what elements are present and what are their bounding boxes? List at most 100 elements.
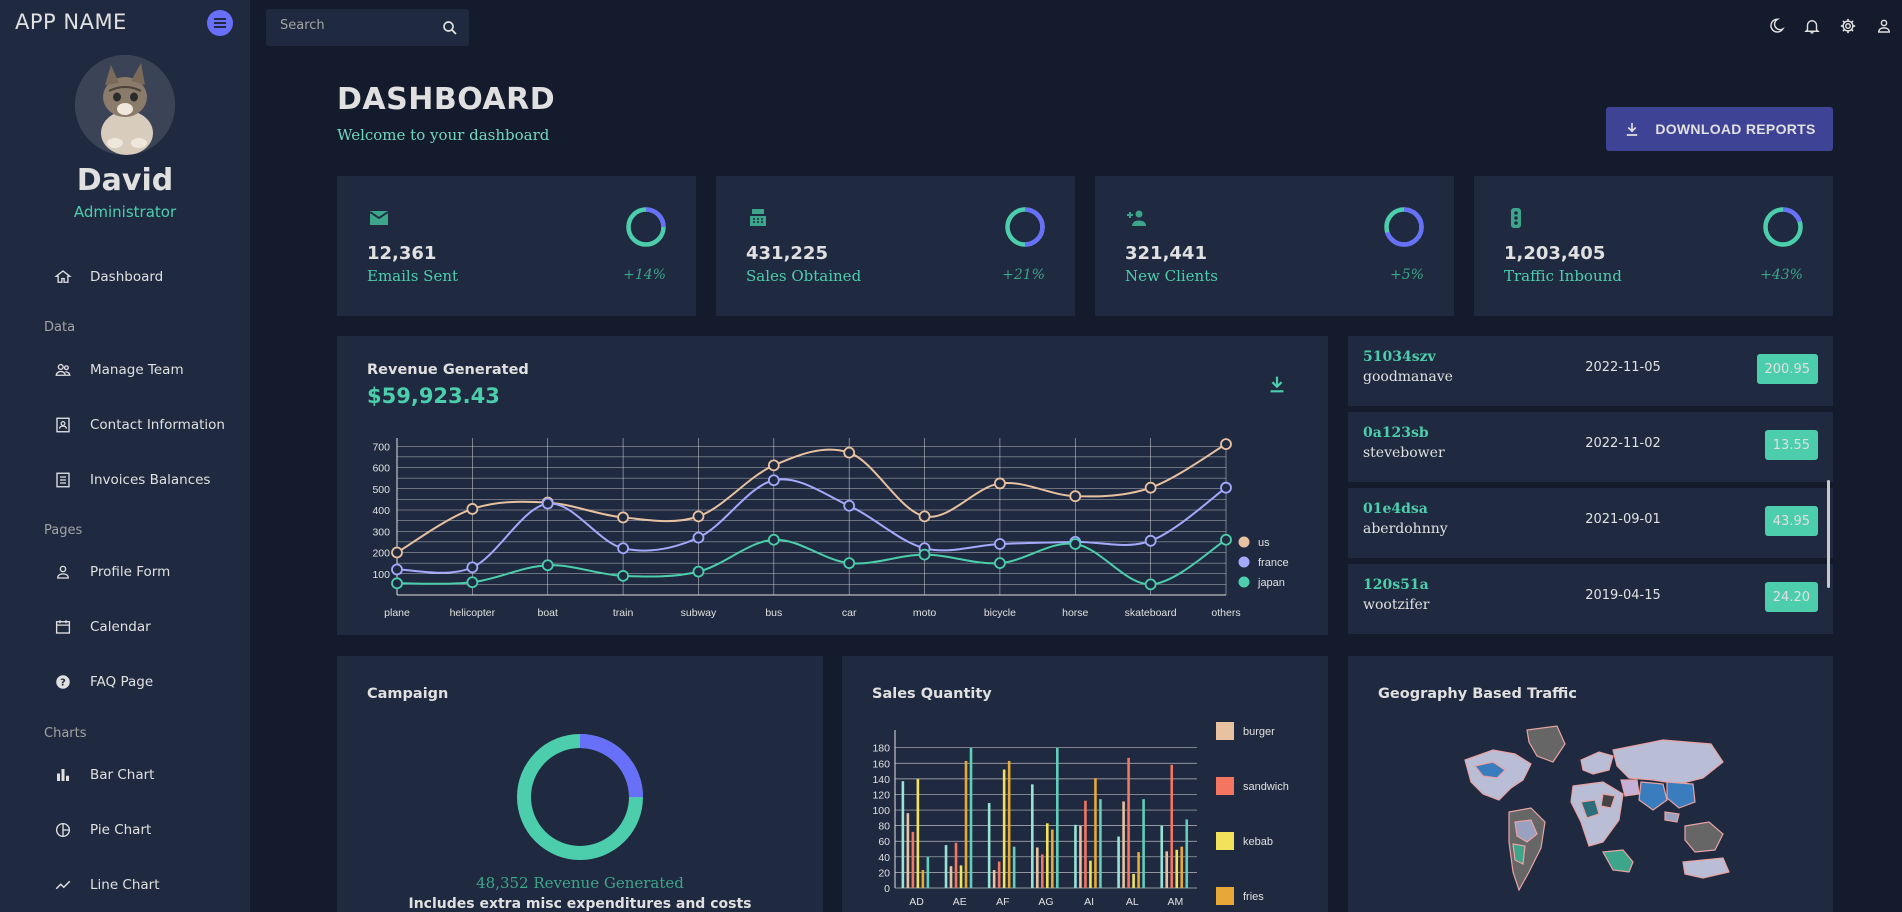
menu-toggle-button[interactable] xyxy=(207,10,233,36)
y-tick-label: 700 xyxy=(372,441,390,453)
transactions-scrollbar[interactable] xyxy=(1827,480,1830,588)
bar-fries xyxy=(1094,778,1097,888)
search-icon[interactable] xyxy=(441,19,459,37)
x-tick-label: AL xyxy=(1126,896,1139,908)
sidebar-section-pages: Pages xyxy=(44,523,83,538)
campaign-note: Includes extra misc expenditures and cos… xyxy=(408,896,752,912)
bar-donut xyxy=(1099,799,1102,888)
sidebar-item-label: Manage Team xyxy=(90,362,184,378)
data-point-us xyxy=(617,511,629,524)
bar-kebab xyxy=(1002,769,1006,888)
sidebar-item-label: Profile Form xyxy=(90,564,171,580)
x-tick-label: AD xyxy=(909,896,924,908)
campaign-revenue-text: 48,352 Revenue Generated xyxy=(476,874,684,892)
stat-label: Sales Obtained xyxy=(746,267,862,285)
geography-card: Geography Based Traffic xyxy=(1348,656,1833,912)
person-add-icon xyxy=(1125,206,1149,230)
data-point-france xyxy=(1220,481,1232,494)
user-role: Administrator xyxy=(73,203,177,221)
dark-mode-icon[interactable] xyxy=(1766,16,1786,36)
legend-swatch-fries xyxy=(1216,887,1234,905)
x-tick-label: AG xyxy=(1038,896,1053,908)
transaction-user: wootzifer xyxy=(1363,597,1430,613)
search-input[interactable] xyxy=(280,18,430,33)
home-icon xyxy=(54,268,72,286)
data-point-us xyxy=(994,477,1006,490)
sidebar-item-manage-team[interactable]: Manage Team xyxy=(54,358,184,382)
sidebar-item-label: Pie Chart xyxy=(90,822,152,838)
legend-swatch-france xyxy=(1238,556,1250,568)
email-icon xyxy=(367,206,391,230)
sidebar-item-pie-chart[interactable]: Pie Chart xyxy=(54,818,151,842)
data-point-france xyxy=(466,561,479,574)
transaction-cost: 13.55 xyxy=(1764,430,1818,460)
sidebar-item-label: Bar Chart xyxy=(90,767,155,783)
revenue-card: Revenue Generated $59,923.43 100 200 300 40… xyxy=(337,336,1328,635)
transaction-id: 51034szv xyxy=(1363,349,1436,365)
page-subtitle: Welcome to your dashboard xyxy=(337,126,550,144)
legend-label-sandwich: sandwich xyxy=(1243,781,1289,793)
download-reports-button[interactable]: DOWNLOAD REPORTS xyxy=(1606,107,1833,151)
person-icon[interactable] xyxy=(1874,16,1894,36)
data-point-france xyxy=(541,497,554,510)
bar-donut xyxy=(1012,846,1016,888)
bar-fries xyxy=(1180,846,1184,888)
line-chart-icon xyxy=(54,876,72,894)
data-point-us xyxy=(1220,438,1232,451)
y-tick-label: 180 xyxy=(872,743,890,755)
bar-donut xyxy=(969,747,973,888)
bar-fries xyxy=(921,870,925,888)
data-point-japan xyxy=(1220,533,1232,546)
campaign-progress-ring xyxy=(517,734,643,860)
sidebar-item-calendar[interactable]: Calendar xyxy=(54,615,151,639)
bar-burger xyxy=(906,813,910,888)
sidebar-item-bar-chart[interactable]: Bar Chart xyxy=(54,763,154,787)
sidebar-item-contact-information[interactable]: Contact Information xyxy=(54,413,225,437)
series-line-japan xyxy=(396,538,1227,586)
data-point-us xyxy=(466,503,479,515)
sidebar-item-dashboard[interactable]: Dashboard xyxy=(54,265,163,289)
stat-card-sales: 431,225 Sales Obtained +21% xyxy=(716,176,1075,316)
stat-increase: +43% xyxy=(1760,267,1803,283)
sidebar-item-invoices-balances[interactable]: Invoices Balances xyxy=(54,468,210,492)
download-reports-label: DOWNLOAD REPORTS xyxy=(1655,121,1816,137)
traffic-icon xyxy=(1504,206,1528,230)
legend-label-france: france xyxy=(1258,557,1289,569)
bar-fries xyxy=(1051,829,1054,888)
x-tick-label: moto xyxy=(913,607,937,619)
data-point-japan xyxy=(692,565,705,578)
y-tick-label: 40 xyxy=(878,852,890,864)
stat-progress-ring xyxy=(1005,207,1045,247)
notifications-icon[interactable] xyxy=(1802,16,1822,36)
bar-burger xyxy=(949,866,953,888)
x-tick-label: boat xyxy=(538,607,559,619)
transaction-user: aberdohnny xyxy=(1363,521,1448,537)
data-point-japan xyxy=(617,569,629,582)
pie-chart-icon xyxy=(54,821,72,839)
bar-burger xyxy=(1122,801,1125,888)
app-name: APP NAME xyxy=(15,10,127,34)
bar-burger xyxy=(992,870,996,888)
bar-kebab xyxy=(1132,873,1135,888)
sidebar: APP NAME David Administrator Dashboard D… xyxy=(0,0,250,912)
bar-sandwich xyxy=(911,831,915,888)
settings-icon[interactable] xyxy=(1838,16,1858,36)
series-line-france xyxy=(396,478,1227,574)
data-point-us xyxy=(391,546,403,559)
sales-bar-chart: 0 20 40 60 80 100 120 140 160 180 AD AE AF AG AI AL AM bu… xyxy=(872,722,1289,908)
campaign-card: Campaign 48,352 Revenue Generated Includ… xyxy=(337,656,823,912)
sidebar-item-faq-page[interactable]: ? FAQ Page xyxy=(54,670,153,694)
y-tick-label: 300 xyxy=(372,526,390,538)
stat-card-clients: 321,441 New Clients +5% xyxy=(1095,176,1454,316)
data-point-france xyxy=(1144,534,1157,547)
sidebar-item-profile-form[interactable]: Profile Form xyxy=(54,560,170,584)
bar-sandwich xyxy=(954,842,958,888)
bar-hot dog xyxy=(987,803,991,888)
bar-hot dog xyxy=(944,845,948,888)
sidebar-item-line-chart[interactable]: Line Chart xyxy=(54,873,160,897)
y-tick-label: 500 xyxy=(372,484,390,496)
bar-burger xyxy=(1165,851,1169,888)
stat-value: 1,203,405 xyxy=(1504,243,1606,264)
data-point-us xyxy=(692,510,705,523)
data-point-france xyxy=(843,499,856,512)
